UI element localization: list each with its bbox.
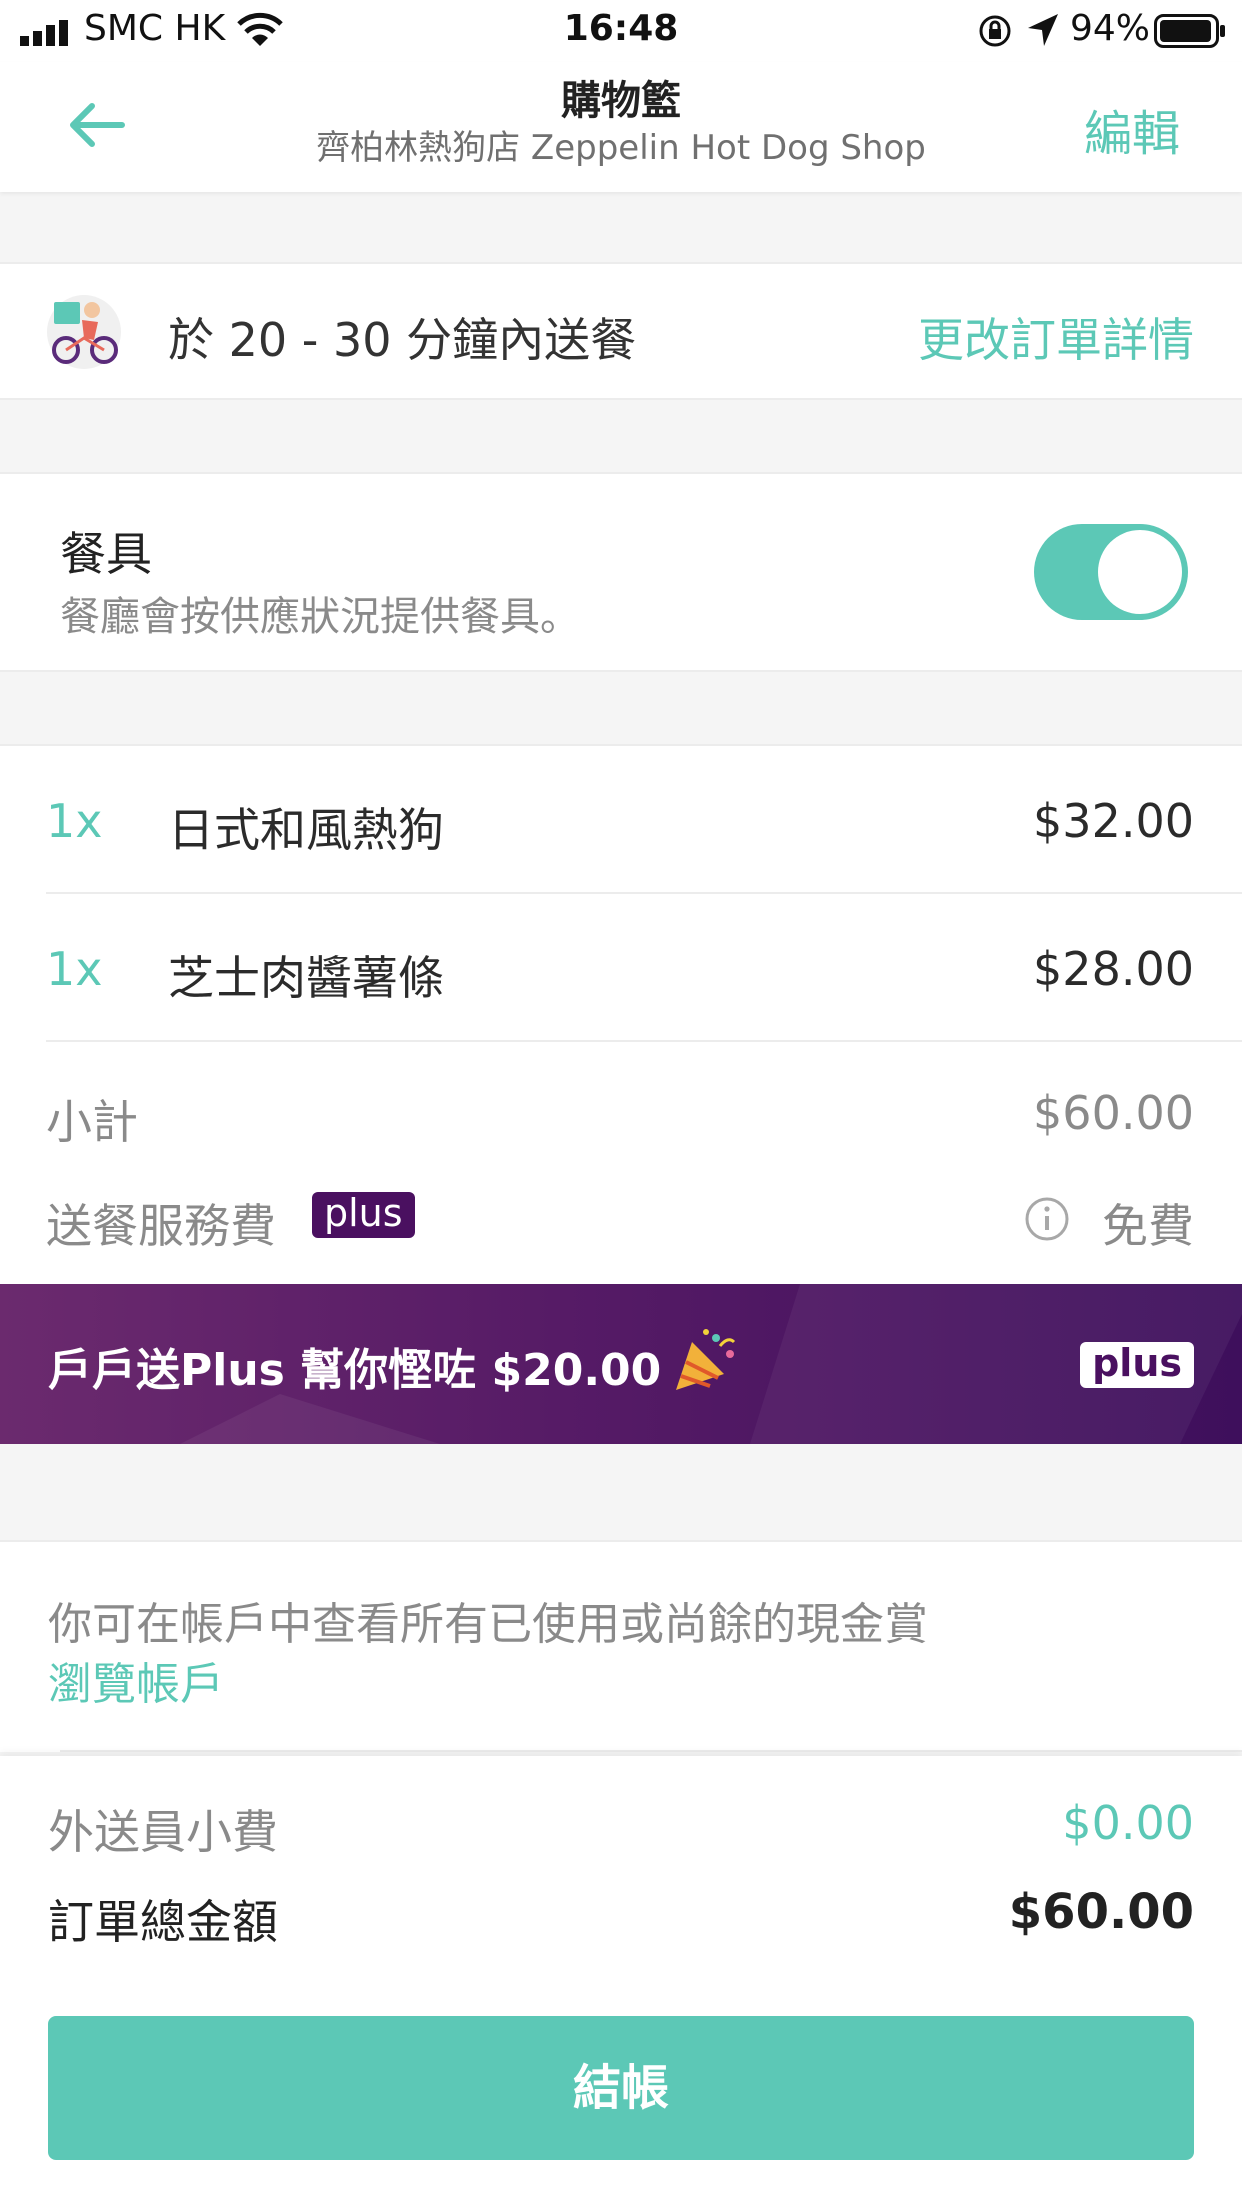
cashback-info-text: 你可在帳戶中查看所有已使用或尚餘的現金賞 [48, 1599, 928, 1650]
item-divider [46, 892, 1242, 894]
cutlery-toggle[interactable] [1034, 524, 1188, 620]
order-total-label: 訂單總金額 [48, 1895, 278, 1949]
delivery-time-card: 於 20 - 30 分鐘內送餐 更改訂單詳情 [0, 262, 1242, 400]
page-title: 購物籃 [561, 78, 681, 124]
battery-percent: 94% [1070, 8, 1151, 49]
subtotal-value: $60.00 [1033, 1086, 1194, 1140]
order-items-card: 1x 日式和風熱狗 $32.00 1x 芝士肉醬薯條 $28.00 小計 $60… [0, 744, 1242, 1284]
plus-badge: plus [312, 1192, 415, 1238]
status-bar: SMC HK 16:48 94% [0, 0, 1242, 62]
item-divider [46, 1040, 1242, 1042]
view-account-link[interactable]: 瀏覽帳戶 [48, 1648, 224, 1712]
tip-label: 外送員小費 [48, 1805, 278, 1859]
cutlery-title: 餐具 [60, 527, 152, 581]
item-price: $28.00 [1033, 942, 1194, 996]
info-icon[interactable] [1024, 1196, 1070, 1242]
battery-icon [1154, 14, 1225, 48]
item-quantity: 1x [46, 794, 103, 848]
tip-value[interactable]: $0.00 [1062, 1796, 1194, 1850]
delivery-estimate: 於 20 - 30 分鐘內送餐 [168, 313, 637, 367]
plus-savings-text: 戶戶送Plus 幫你慳咗 $20.00 [48, 1345, 662, 1396]
restaurant-name: 齊柏林熱狗店 Zeppelin Hot Dog Shop [316, 128, 926, 168]
order-total-value: $60.00 [1008, 1884, 1194, 1940]
plus-badge: plus [1080, 1342, 1194, 1388]
checkout-button[interactable]: 結帳 [48, 2016, 1194, 2160]
subtotal-label: 小計 [46, 1095, 138, 1149]
cashback-card: 你可在帳戶中查看所有已使用或尚餘的現金賞 瀏覽帳戶 [0, 1540, 1242, 1752]
toggle-knob [1098, 530, 1182, 614]
delivery-rider-icon [47, 295, 121, 369]
orientation-lock-icon [979, 15, 1011, 47]
delivery-fee-value: 免費 [1102, 1199, 1194, 1253]
item-quantity: 1x [46, 942, 103, 996]
party-popper-icon [676, 1329, 736, 1390]
change-order-details-link[interactable]: 更改訂單詳情 [918, 304, 1194, 370]
edit-button[interactable]: 編輯 [1084, 94, 1180, 164]
plus-savings-banner[interactable]: 戶戶送Plus 幫你慳咗 $20.00 plus [0, 1284, 1242, 1444]
item-name[interactable]: 日式和風熱狗 [168, 794, 444, 860]
item-name[interactable]: 芝士肉醬薯條 [168, 942, 444, 1008]
nav-bar: 購物籃 齊柏林熱狗店 Zeppelin Hot Dog Shop 編輯 [0, 62, 1242, 192]
item-price: $32.00 [1033, 794, 1194, 848]
location-arrow-icon [1028, 14, 1058, 46]
cutlery-description: 餐廳會按供應狀況提供餐具。 [60, 594, 580, 640]
delivery-fee-label: 送餐服務費 [46, 1199, 276, 1253]
section-divider [60, 1750, 1242, 1752]
